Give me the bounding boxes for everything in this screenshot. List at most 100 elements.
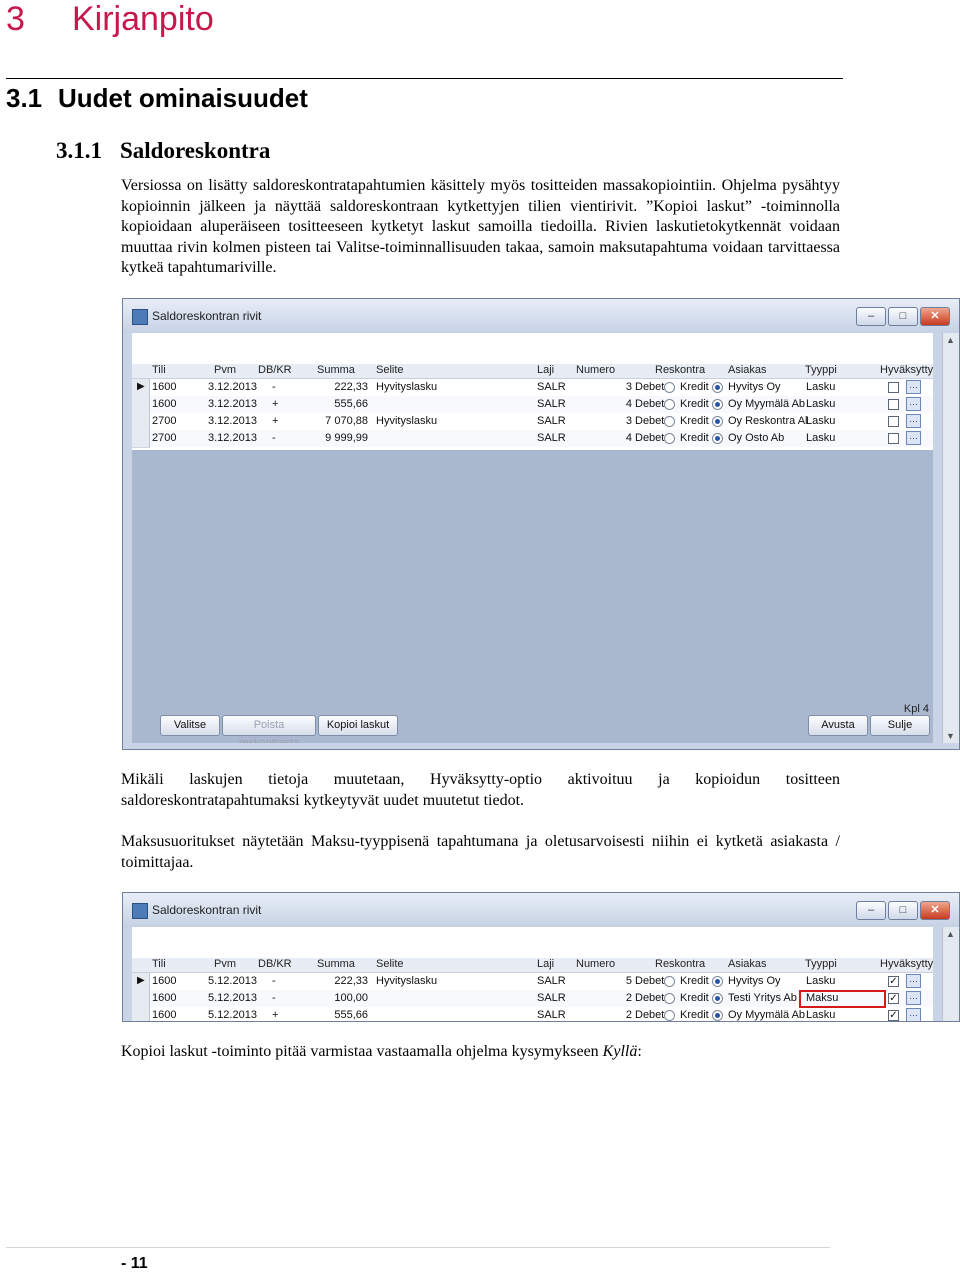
minimize-button-2[interactable]: –	[856, 901, 886, 920]
hyvaksytty-checkbox[interactable]	[888, 382, 899, 393]
col-tili[interactable]: Tili	[152, 958, 166, 970]
row-selector[interactable]	[132, 1007, 150, 1021]
debet-radio[interactable]	[664, 993, 675, 1004]
cell-selite[interactable]: Hyvityslasku	[376, 975, 437, 987]
cell-pvm[interactable]: 3.12.2013	[208, 415, 257, 427]
col-tyyppi[interactable]: Tyyppi	[805, 364, 837, 376]
cell-numero[interactable]: 5	[602, 975, 632, 987]
hyvaksytty-checkbox[interactable]	[888, 433, 899, 444]
cell-dbkr[interactable]: -	[272, 992, 276, 1004]
cell-summa[interactable]: 555,66	[302, 1009, 368, 1021]
cell-numero[interactable]: 4	[602, 432, 632, 444]
col-asiakas[interactable]: Asiakas	[728, 364, 767, 376]
col-numero[interactable]: Numero	[576, 364, 615, 376]
minimize-button[interactable]: –	[856, 307, 886, 326]
col-summa[interactable]: Summa	[317, 958, 355, 970]
col-pvm[interactable]: Pvm	[214, 364, 236, 376]
cell-tyyppi[interactable]: Lasku	[806, 415, 835, 427]
cell-tili[interactable]: 1600	[152, 975, 176, 987]
debet-radio[interactable]	[664, 416, 675, 427]
col-reskontra[interactable]: Reskontra	[655, 958, 705, 970]
col-pvm[interactable]: Pvm	[214, 958, 236, 970]
row-options-button[interactable]: …	[906, 380, 921, 394]
scroll-up-icon[interactable]: ▲	[946, 335, 955, 345]
row-selector[interactable]	[132, 413, 150, 431]
cell-summa[interactable]: 100,00	[302, 992, 368, 1004]
cell-summa[interactable]: 222,33	[302, 381, 368, 393]
kredit-radio[interactable]	[712, 382, 723, 393]
hyvaksytty-checkbox[interactable]	[888, 399, 899, 410]
cell-tyyppi[interactable]: Lasku	[806, 381, 835, 393]
row-selector[interactable]: ▶	[132, 379, 150, 397]
row-options-button[interactable]: …	[906, 397, 921, 411]
row-selector[interactable]	[132, 396, 150, 414]
col-hyvaksytty[interactable]: Hyväksytty	[880, 958, 933, 970]
row-selector[interactable]	[132, 430, 150, 448]
col-dbkr[interactable]: DB/KR	[258, 958, 292, 970]
cell-asiakas[interactable]: Oy Osto Ab	[728, 432, 784, 444]
cell-numero[interactable]: 2	[602, 1009, 632, 1021]
col-hyvaksytty[interactable]: Hyväksytty	[880, 364, 933, 376]
cell-laji[interactable]: SALR	[537, 1009, 566, 1021]
cell-laji[interactable]: SALR	[537, 415, 566, 427]
cell-dbkr[interactable]: -	[272, 381, 276, 393]
col-laji[interactable]: Laji	[537, 364, 554, 376]
cell-tyyppi[interactable]: Lasku	[806, 975, 835, 987]
cell-tyyppi[interactable]: Lasku	[806, 398, 835, 410]
row-options-button[interactable]: …	[906, 991, 921, 1005]
kredit-radio[interactable]	[712, 416, 723, 427]
cell-asiakas[interactable]: Oy Reskontra Al	[728, 415, 807, 427]
table-row[interactable]: 2700 3.12.2013 - 9 999,99 SALR 4 Debet Kredit Oy…	[132, 430, 933, 448]
table-row[interactable]: ▶ 1600 5.12.2013 - 222,33 Hyvityslasku SALR 5 De…	[132, 973, 933, 991]
cell-dbkr[interactable]: -	[272, 432, 276, 444]
col-laji[interactable]: Laji	[537, 958, 554, 970]
table-row[interactable]: 2700 3.12.2013 +7 070,88 Hyvityslasku SALR 3 D…	[132, 413, 933, 431]
cell-pvm[interactable]: 5.12.2013	[208, 975, 257, 987]
scroll-up-icon-2[interactable]: ▲	[946, 929, 955, 939]
hyvaksytty-checkbox[interactable]	[888, 416, 899, 427]
cell-numero[interactable]: 4	[602, 398, 632, 410]
vertical-scrollbar-2[interactable]: ▲	[942, 927, 959, 1021]
cell-summa[interactable]: 555,66	[302, 398, 368, 410]
cell-tyyppi[interactable]: Lasku	[806, 432, 835, 444]
table-row[interactable]: 1600 5.12.2013 +555,66 SALR 2 Debet Kredit Oy M…	[132, 1007, 933, 1021]
row-selector[interactable]	[132, 990, 150, 1008]
kredit-radio[interactable]	[712, 433, 723, 444]
row-options-button[interactable]: …	[906, 1008, 921, 1021]
cell-asiakas[interactable]: Oy Myymälä Ab	[728, 398, 805, 410]
hyvaksytty-checkbox[interactable]: ✓	[888, 1010, 899, 1021]
col-selite[interactable]: Selite	[376, 364, 404, 376]
row-options-button[interactable]: …	[906, 414, 921, 428]
col-selite[interactable]: Selite	[376, 958, 404, 970]
valitse-button[interactable]: Valitse	[160, 715, 220, 736]
col-summa[interactable]: Summa	[317, 364, 355, 376]
hyvaksytty-checkbox[interactable]: ✓	[888, 993, 899, 1004]
close-button[interactable]: ✕	[920, 307, 950, 326]
cell-numero[interactable]: 3	[602, 381, 632, 393]
cell-tili[interactable]: 1600	[152, 381, 176, 393]
cell-dbkr[interactable]: +	[272, 1009, 278, 1021]
debet-radio[interactable]	[664, 433, 675, 444]
cell-dbkr[interactable]: +	[272, 398, 278, 410]
cell-numero[interactable]: 2	[602, 992, 632, 1004]
cell-tili[interactable]: 2700	[152, 432, 176, 444]
kredit-radio[interactable]	[712, 993, 723, 1004]
table-row[interactable]: ▶ 1600 3.12.2013 - 222,33 Hyvityslasku SALR 3 De…	[132, 379, 933, 397]
col-asiakas[interactable]: Asiakas	[728, 958, 767, 970]
scroll-down-icon[interactable]: ▼	[946, 731, 955, 741]
cell-pvm[interactable]: 3.12.2013	[208, 398, 257, 410]
debet-radio[interactable]	[664, 399, 675, 410]
cell-numero[interactable]: 3	[602, 415, 632, 427]
col-tili[interactable]: Tili	[152, 364, 166, 376]
table-row[interactable]: 1600 3.12.2013 +555,66 SALR 4 Debet Kredit Oy M…	[132, 396, 933, 414]
cell-laji[interactable]: SALR	[537, 992, 566, 1004]
vertical-scrollbar[interactable]: ▲ ▼	[942, 333, 959, 743]
cell-tyyppi[interactable]: Lasku	[806, 1009, 835, 1021]
cell-dbkr[interactable]: +	[272, 415, 278, 427]
cell-laji[interactable]: SALR	[537, 381, 566, 393]
col-tyyppi[interactable]: Tyyppi	[805, 958, 837, 970]
row-options-button[interactable]: …	[906, 974, 921, 988]
cell-tili[interactable]: 2700	[152, 415, 176, 427]
cell-tili[interactable]: 1600	[152, 992, 176, 1004]
cell-pvm[interactable]: 5.12.2013	[208, 1009, 257, 1021]
